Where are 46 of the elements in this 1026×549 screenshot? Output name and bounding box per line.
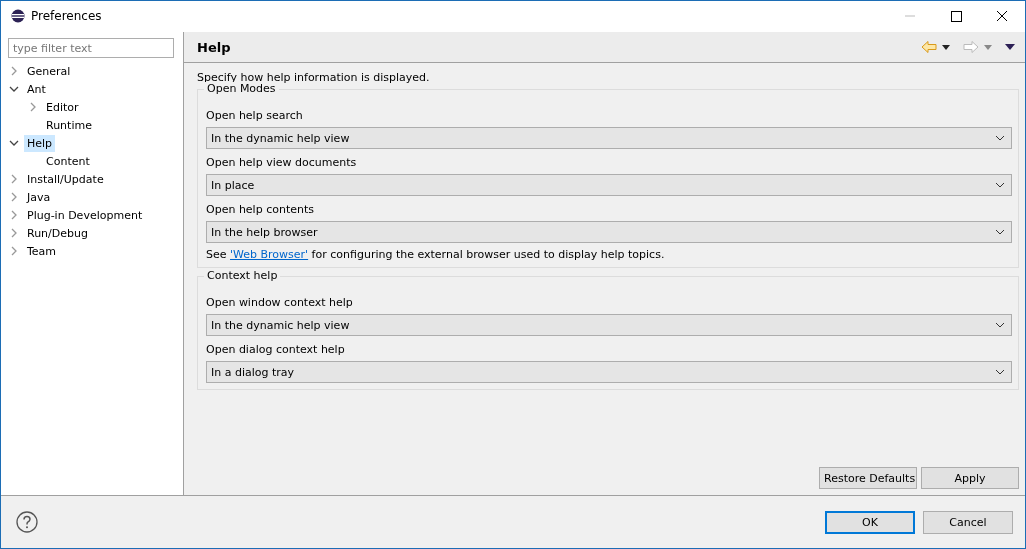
dropdown[interactable]: In the dynamic help view xyxy=(206,127,1012,149)
page-description: Specify how help information is displayed. xyxy=(197,71,431,84)
web-browser-link[interactable]: 'Web Browser' xyxy=(230,248,309,261)
page-button[interactable]: Restore Defaults xyxy=(819,467,917,490)
chevron-down-icon xyxy=(995,229,1005,235)
dialog-button[interactable]: Cancel xyxy=(923,510,1013,534)
tree-item[interactable]: Plug-in Development xyxy=(24,206,146,224)
app-icon xyxy=(11,9,25,23)
field-label: Open window context help xyxy=(206,296,354,309)
chevron-down-icon xyxy=(995,135,1005,141)
dropdown[interactable]: In the help browser xyxy=(206,221,1012,243)
tree-item[interactable]: Team xyxy=(24,242,60,260)
tree-item[interactable]: Java xyxy=(24,188,54,206)
tree-item[interactable]: Help xyxy=(24,134,56,152)
field-label: Open dialog context help xyxy=(206,343,346,356)
caret-icon[interactable] xyxy=(942,44,950,50)
window-title: Preferences xyxy=(31,9,102,23)
dialog-button[interactable]: OK xyxy=(825,510,915,534)
field-label: Open help search xyxy=(206,109,304,122)
back-arrow-icon[interactable] xyxy=(921,40,937,54)
dropdown[interactable]: In place xyxy=(206,174,1012,196)
expander-icon[interactable] xyxy=(9,138,19,148)
filter-field[interactable]: type filter text xyxy=(8,38,174,58)
page-button[interactable]: Apply xyxy=(921,467,1019,490)
menu-caret-icon[interactable] xyxy=(1005,44,1015,50)
chevron-down-icon xyxy=(995,369,1005,375)
tree-item[interactable]: Ant xyxy=(24,80,49,98)
tree-item[interactable]: Runtime xyxy=(43,116,95,134)
tree-item[interactable]: General xyxy=(24,62,74,80)
field-label: Open help view documents xyxy=(206,156,358,169)
tree-item[interactable]: Install/Update xyxy=(24,170,107,188)
forward-arrow-icon[interactable] xyxy=(963,40,979,54)
tree-item[interactable]: Content xyxy=(43,152,93,170)
note-text: See 'Web Browser' for configuring the external browser used to display help topics. xyxy=(206,248,666,261)
group-legend: Context help xyxy=(204,269,281,282)
group-legend: Open Modes xyxy=(204,82,279,95)
page-title: Help xyxy=(197,39,231,55)
dropdown[interactable]: In the dynamic help view xyxy=(206,314,1012,336)
field-label: Open help contents xyxy=(206,203,315,216)
tree-item[interactable]: Editor xyxy=(43,98,82,116)
help-icon[interactable] xyxy=(16,511,38,534)
chevron-down-icon xyxy=(995,322,1005,328)
dropdown[interactable]: In a dialog tray xyxy=(206,361,1012,383)
chevron-down-icon xyxy=(995,182,1005,188)
tree-item[interactable]: Run/Debug xyxy=(24,224,91,242)
expander-icon[interactable] xyxy=(9,84,19,94)
